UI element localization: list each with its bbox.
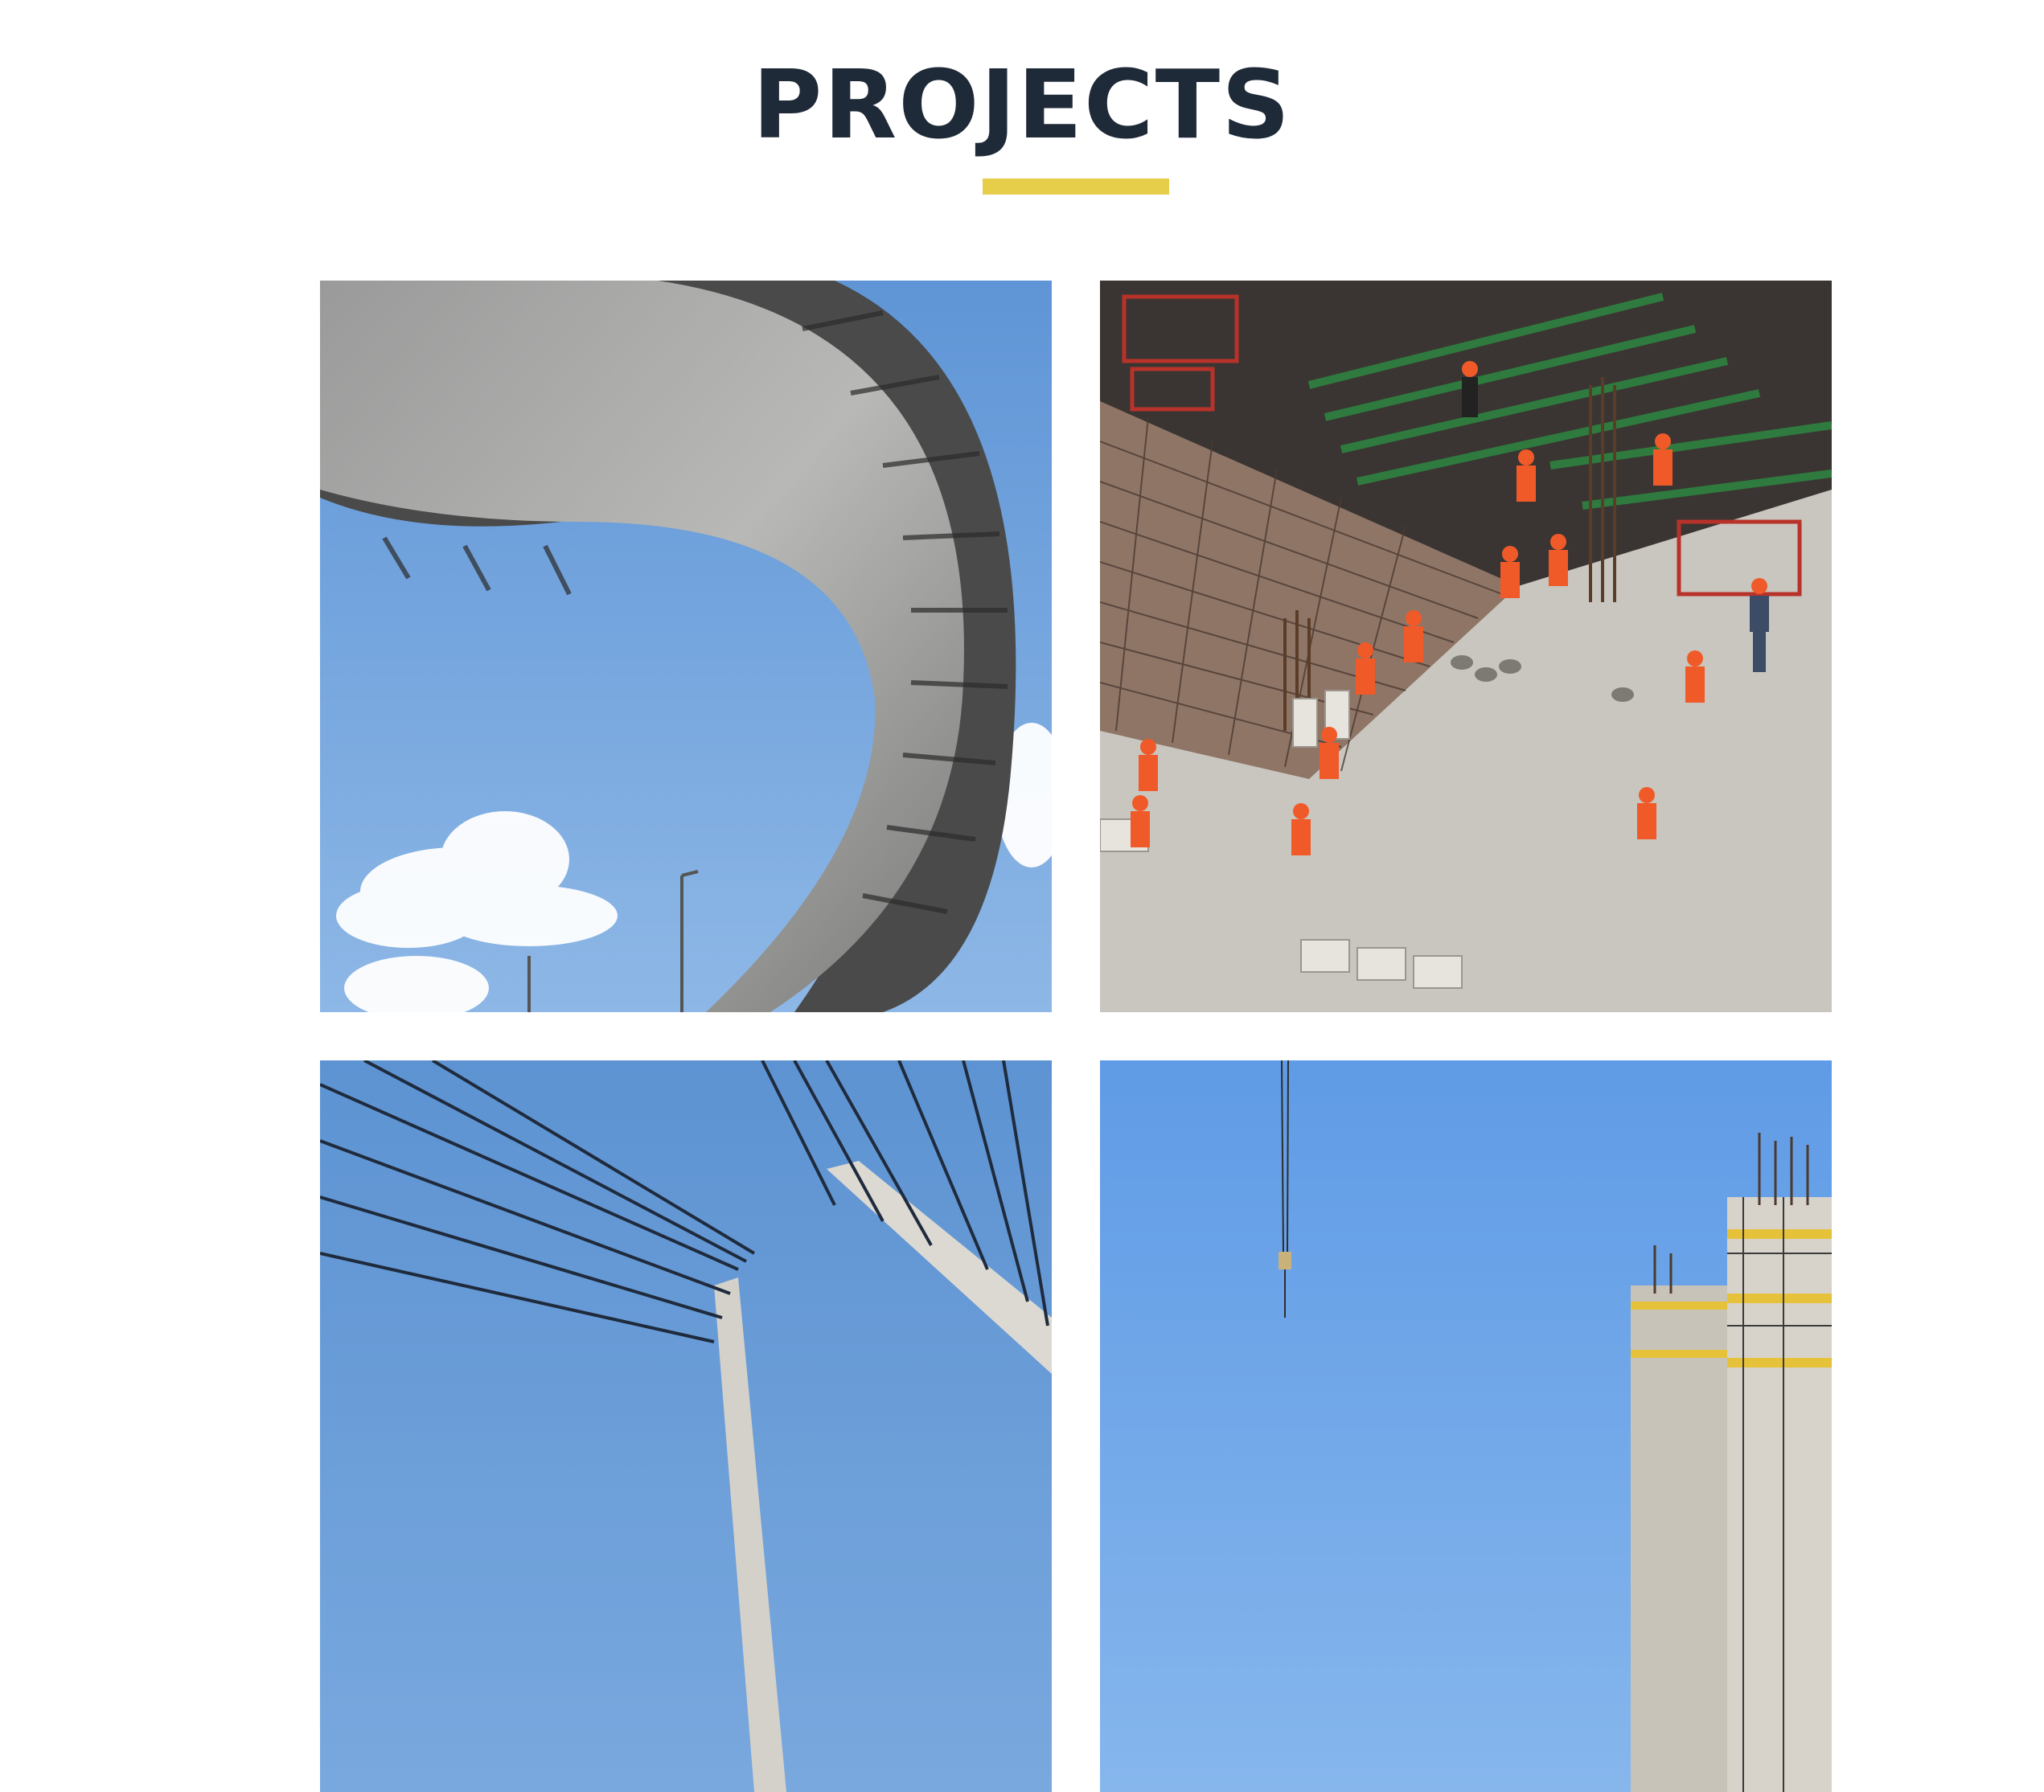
highway-image: [320, 281, 1052, 1012]
cable-bridge-image: [320, 1060, 1052, 1792]
project-tile-construction-site[interactable]: [1100, 281, 1832, 1012]
project-tile-crane-building[interactable]: [1100, 1060, 1832, 1792]
construction-site-image: [1100, 281, 1832, 1012]
page-title: PROJECTS: [752, 49, 1292, 160]
title-underline: [983, 178, 1169, 195]
crane-building-image: [1100, 1060, 1832, 1792]
project-tile-cable-bridge[interactable]: [320, 1060, 1052, 1792]
project-tile-highway[interactable]: [320, 281, 1052, 1012]
